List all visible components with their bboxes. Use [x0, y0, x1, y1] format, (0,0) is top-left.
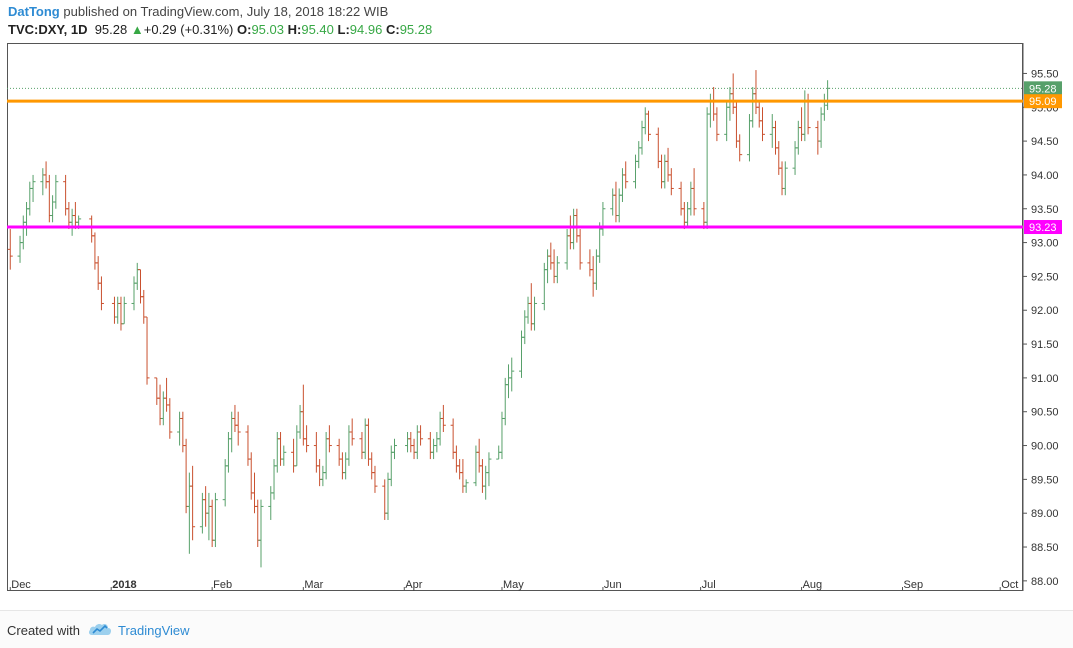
y-tick-label: 91.50 — [1031, 339, 1059, 351]
plot-frame — [7, 43, 1023, 591]
close-value: 95.28 — [399, 22, 433, 37]
y-tick-label: 94.50 — [1031, 136, 1059, 148]
y-tick-label: 93.50 — [1031, 204, 1059, 216]
level-price-tag: 95.09 — [1029, 96, 1057, 108]
created-with-text: Created with — [7, 623, 80, 638]
x-tick-label: 2018 — [112, 579, 136, 591]
change-up-icon: ▲ — [130, 22, 144, 37]
publish-line: DatTong published on TradingView.com, Ju… — [8, 4, 908, 20]
y-tick-label: 91.00 — [1031, 373, 1059, 385]
x-tick-label: Dec — [11, 579, 31, 591]
x-tick-label: May — [503, 579, 524, 591]
y-tick-label: 90.00 — [1031, 441, 1059, 453]
x-tick-label: Jul — [702, 579, 716, 591]
low-value: 94.96 — [349, 22, 383, 37]
close-label: C: — [385, 22, 400, 37]
ohlc-chart[interactable]: 95.5095.0094.5094.0093.5093.0092.5092.00… — [7, 43, 1073, 591]
author-link[interactable]: DatTong — [8, 4, 60, 19]
chart-header: DatTong published on TradingView.com, Ju… — [8, 4, 908, 38]
footer: Created with TradingView — [0, 610, 1073, 648]
low-label: L: — [337, 22, 350, 37]
y-tick-label: 88.00 — [1031, 576, 1059, 588]
x-tick-label: Mar — [304, 579, 323, 591]
published-text: published on TradingView.com, July 18, 2… — [63, 4, 389, 19]
change-value: +0.29 (+0.31%) — [143, 22, 234, 37]
high-label: H: — [287, 22, 302, 37]
y-tick-label: 92.00 — [1031, 305, 1059, 317]
open-value: 95.03 — [251, 22, 284, 37]
y-tick-label: 95.50 — [1031, 68, 1059, 80]
x-tick-label: Sep — [904, 579, 924, 591]
y-tick-label: 89.00 — [1031, 508, 1059, 520]
chart-area[interactable]: 95.50 95.00 94.50 94.00 93.50 93.00 92.50 92.00… — [7, 43, 1062, 591]
tradingview-link[interactable]: TradingView — [118, 623, 190, 638]
x-tick-label: Apr — [405, 579, 422, 591]
x-tick-label: Oct — [1001, 579, 1018, 591]
price-axis: 95.5095.0094.5094.0093.5093.0092.5092.00… — [1023, 68, 1059, 588]
open-label: O: — [237, 22, 252, 37]
high-value: 95.40 — [301, 22, 334, 37]
y-tick-label: 92.50 — [1031, 271, 1059, 283]
y-tick-label: 90.50 — [1031, 407, 1059, 419]
y-tick-label: 88.50 — [1031, 542, 1059, 554]
x-tick-label: Feb — [213, 579, 232, 591]
ohlc-line: TVC:DXY, 1D 95.28 ▲+0.29 (+0.31%) O:95.0… — [8, 22, 908, 38]
y-tick-label: 94.00 — [1031, 170, 1059, 182]
last-price: 95.28 — [94, 22, 128, 37]
symbol-label: TVC:DXY, 1D — [8, 22, 88, 37]
tradingview-cloud-icon[interactable] — [88, 621, 112, 637]
y-tick-label: 89.50 — [1031, 474, 1059, 486]
x-tick-label: Aug — [803, 579, 823, 591]
y-tick-label: 93.00 — [1031, 238, 1059, 250]
last-price-tag: 95.28 — [1029, 83, 1057, 95]
x-tick-label: Jun — [604, 579, 622, 591]
level-price-tag: 93.23 — [1029, 222, 1057, 234]
